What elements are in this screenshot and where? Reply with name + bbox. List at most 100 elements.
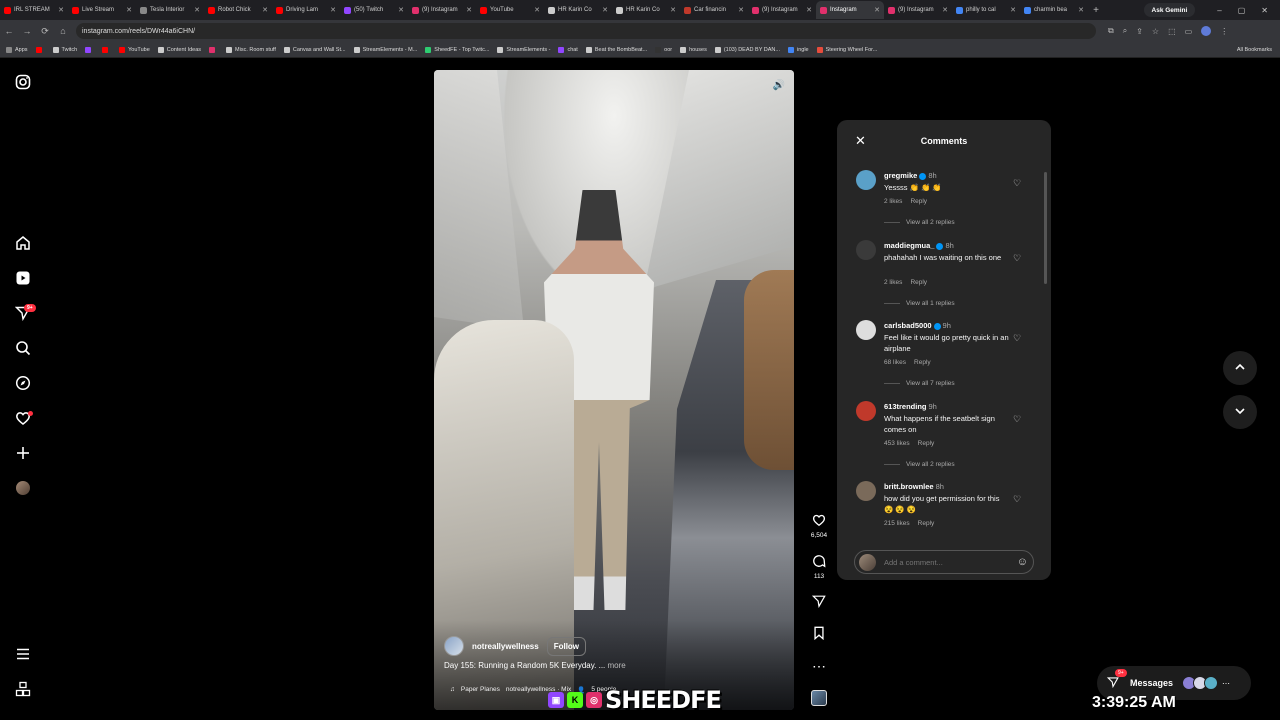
view-replies-link[interactable]: View all 2 replies: [884, 219, 955, 226]
comment-reply-button[interactable]: Reply: [918, 520, 935, 527]
like-action[interactable]: 6,504: [806, 513, 832, 539]
menu-icon[interactable]: ⋮: [1220, 27, 1228, 36]
comment-avatar[interactable]: [856, 481, 876, 501]
share-action[interactable]: [806, 594, 832, 611]
more-dots-icon[interactable]: ⋯: [806, 658, 832, 674]
browser-tab[interactable]: charmin bea ✕: [1020, 1, 1088, 19]
browser-tab[interactable]: HR Karin Co ✕: [544, 1, 612, 19]
comment-reply-button[interactable]: Reply: [910, 198, 927, 205]
address-bar[interactable]: instagram.com/reels/DWr44a6iCHN/: [76, 23, 1096, 39]
comment-avatar[interactable]: [856, 401, 876, 421]
reels-nav-icon[interactable]: [14, 269, 32, 287]
comment-username[interactable]: gregmike: [884, 171, 917, 180]
comment-likes[interactable]: 453 likes: [884, 440, 910, 447]
tab-close-icon[interactable]: ✕: [1078, 6, 1084, 14]
tab-close-icon[interactable]: ✕: [806, 6, 812, 14]
comment-username[interactable]: britt.brownlee: [884, 482, 934, 491]
profile-avatar[interactable]: [1201, 26, 1212, 36]
audio-thumbnail[interactable]: [811, 690, 827, 706]
save-bookmark-icon[interactable]: [806, 626, 832, 643]
bookmark-item[interactable]: [209, 46, 218, 53]
comment-likes[interactable]: 2 likes: [884, 198, 902, 205]
comment-username[interactable]: maddiegmua_: [884, 241, 934, 250]
forward-icon[interactable]: →: [18, 26, 36, 36]
browser-tab[interactable]: (9) Instagram ✕: [408, 1, 476, 19]
comment-action[interactable]: 113: [806, 554, 832, 580]
bookmark-item[interactable]: Beat the BombBeat...: [585, 46, 647, 53]
browser-tab[interactable]: Live Stream ✕: [68, 1, 136, 19]
more-menu-icon[interactable]: [14, 645, 32, 663]
comment-like-heart-icon[interactable]: ♡: [1013, 253, 1021, 264]
browser-tab[interactable]: Driving Lam ✕: [272, 1, 340, 19]
browser-tab[interactable]: philly to cal ✕: [952, 1, 1020, 19]
also-from-meta-icon[interactable]: [14, 680, 32, 698]
maximize-icon[interactable]: ▢: [1238, 6, 1246, 15]
zoom-icon[interactable]: ⌕: [1123, 26, 1127, 36]
bookmark-item[interactable]: chat: [558, 46, 578, 53]
instagram-logo-icon[interactable]: [14, 73, 32, 91]
install-icon[interactable]: ⧉: [1108, 26, 1114, 36]
view-replies-link[interactable]: View all 1 replies: [884, 300, 955, 307]
bookmark-item[interactable]: StreamElements -: [497, 46, 550, 53]
emoji-icon[interactable]: ☺: [1017, 556, 1028, 568]
tab-close-icon[interactable]: ✕: [670, 6, 676, 14]
browser-tab[interactable]: Tesla Interior ✕: [136, 1, 204, 19]
comment-reply-button[interactable]: Reply: [918, 440, 935, 447]
tab-close-icon[interactable]: ✕: [126, 6, 132, 14]
browser-tab[interactable]: (50) Twitch ✕: [340, 1, 408, 19]
profile-nav-avatar[interactable]: [14, 479, 32, 497]
comment-like-heart-icon[interactable]: ♡: [1013, 494, 1021, 505]
tab-close-icon[interactable]: ✕: [58, 6, 64, 14]
browser-tab[interactable]: (9) Instagram ✕: [748, 1, 816, 19]
view-replies-link[interactable]: View all 7 replies: [884, 380, 955, 387]
next-reel-button[interactable]: [1223, 395, 1257, 429]
browser-tab[interactable]: Robot Chick ✕: [204, 1, 272, 19]
bookmark-item[interactable]: YouTube: [119, 46, 150, 53]
minimize-icon[interactable]: –: [1217, 6, 1221, 15]
browser-tab[interactable]: (9) Instagram ✕: [884, 1, 952, 19]
view-replies-link[interactable]: View all 2 replies: [884, 461, 955, 468]
bookmark-item[interactable]: houses: [680, 46, 707, 53]
comment-avatar[interactable]: [856, 240, 876, 260]
comment-username[interactable]: carlsbad5000: [884, 321, 932, 330]
bookmark-item[interactable]: [35, 46, 45, 53]
author-avatar[interactable]: [444, 636, 464, 656]
ask-gemini-button[interactable]: Ask Gemini: [1143, 3, 1196, 17]
tab-close-icon[interactable]: ✕: [194, 6, 200, 14]
new-tab-icon[interactable]: +: [1088, 5, 1104, 16]
bookmark-item[interactable]: [85, 46, 94, 53]
comment-reply-button[interactable]: Reply: [910, 279, 927, 286]
home-icon[interactable]: ⌂: [54, 26, 72, 36]
bookmark-item[interactable]: Content Ideas: [157, 46, 201, 53]
bookmark-item[interactable]: ingle: [787, 46, 809, 53]
reload-icon[interactable]: ⟳: [36, 26, 54, 37]
bookmark-item[interactable]: Misc. Room stuff: [226, 46, 276, 53]
comment-likes[interactable]: 2 likes: [884, 279, 902, 286]
share-paperplane-icon[interactable]: [806, 594, 832, 611]
caption-more-link[interactable]: more: [608, 661, 626, 670]
tab-close-icon[interactable]: ✕: [466, 6, 472, 14]
comment-like-heart-icon[interactable]: ♡: [1013, 178, 1021, 189]
browser-tab[interactable]: YouTube ✕: [476, 1, 544, 19]
follow-button[interactable]: Follow: [546, 636, 587, 656]
back-icon[interactable]: ←: [0, 26, 18, 36]
bookmark-item[interactable]: [102, 46, 111, 53]
author-username[interactable]: notreallywellness: [472, 642, 539, 651]
explore-nav-icon[interactable]: [14, 374, 32, 392]
comment-likes[interactable]: 68 likes: [884, 359, 906, 366]
tab-close-icon[interactable]: ✕: [874, 6, 880, 14]
volume-icon[interactable]: 🔊: [772, 80, 786, 94]
comment-like-heart-icon[interactable]: ♡: [1013, 333, 1021, 344]
bookmark-item[interactable]: Canvas and Wall St...: [283, 46, 346, 53]
extensions-icon[interactable]: ⬚: [1168, 27, 1176, 36]
comment-like-heart-icon[interactable]: ♡: [1013, 414, 1021, 425]
tab-close-icon[interactable]: ✕: [738, 6, 744, 14]
share-icon[interactable]: ⇪: [1136, 27, 1143, 36]
browser-tab[interactable]: IRL STREAM ✕: [0, 1, 68, 19]
tab-close-icon[interactable]: ✕: [602, 6, 608, 14]
tab-close-icon[interactable]: ✕: [942, 6, 948, 14]
bookmark-item[interactable]: Twitch: [52, 46, 77, 53]
more-options-action[interactable]: ⋯: [806, 658, 832, 674]
comments-scrollbar[interactable]: [1044, 164, 1047, 538]
window-close-icon[interactable]: ✕: [1261, 6, 1268, 15]
